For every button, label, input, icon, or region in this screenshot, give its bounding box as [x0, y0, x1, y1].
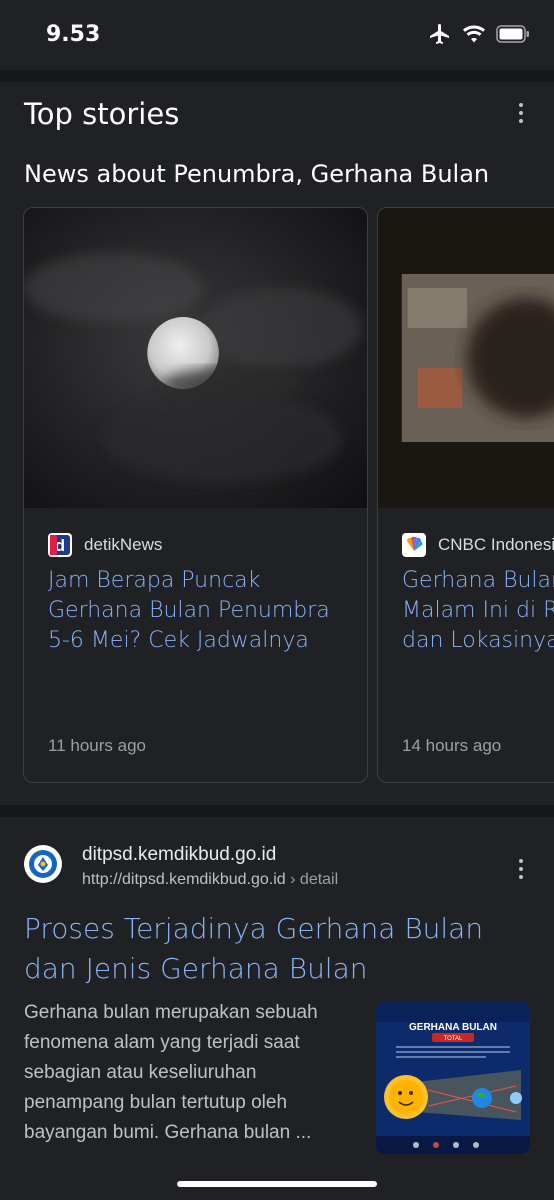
kemdikbud-logo-icon — [29, 850, 57, 878]
source-name: detikNews — [84, 535, 163, 554]
news-time: 11 hours ago — [48, 736, 146, 755]
result-more-options-icon[interactable] — [511, 857, 531, 881]
moon-image — [24, 208, 367, 508]
status-time: 9.53 — [46, 22, 101, 47]
battery-icon — [496, 25, 529, 43]
result-url: http://ditpsd.kemdikbud.go.id › detail — [82, 871, 339, 888]
thumbnail-heading: GERHANA BULAN — [409, 1022, 497, 1033]
result-site-name: ditpsd.kemdikbud.go.id — [82, 844, 277, 865]
section-divider — [0, 70, 554, 82]
news-headline[interactable]: Jam Berapa Puncak Gerhana Bulan Penumbra… — [48, 566, 348, 656]
news-card[interactable]: CNBC Indonesia Gerhana Bulan Malam Ini d… — [377, 207, 554, 783]
section-divider — [0, 805, 554, 817]
more-options-icon[interactable] — [511, 101, 531, 125]
news-source: d detikNews — [48, 533, 162, 557]
airplane-icon — [430, 24, 449, 44]
news-card[interactable]: d detikNews Jam Berapa Puncak Gerhana Bu… — [23, 207, 368, 783]
news-headline[interactable]: Gerhana Bulan Malam Ini di RI dan Lokasi… — [402, 566, 554, 656]
status-icons — [428, 22, 530, 46]
cnbc-logo-icon — [402, 533, 426, 557]
detiknews-logo-icon: d — [48, 533, 72, 557]
news-time: 14 hours ago — [402, 736, 502, 755]
source-name: CNBC Indonesia — [438, 535, 554, 554]
news-photo — [378, 208, 554, 508]
result-title-link[interactable]: Proses Terjadinya Gerhana Bulan dan Jeni… — [24, 909, 534, 989]
eclipse-infographic: GERHANA BULAN TOTAL — [376, 1002, 530, 1154]
site-favicon — [24, 845, 62, 883]
result-thumbnail[interactable]: GERHANA BULAN TOTAL — [376, 1002, 530, 1154]
result-snippet: Gerhana bulan merupakan sebuah fenomena … — [24, 1002, 318, 1143]
status-bar: 9.53 — [0, 0, 554, 70]
wifi-icon — [463, 25, 485, 43]
news-source: CNBC Indonesia — [402, 533, 554, 557]
result-url-path: › detail — [290, 871, 339, 888]
thumbnail-tag: TOTAL — [444, 1036, 463, 1042]
home-indicator[interactable] — [177, 1181, 377, 1187]
top-stories-subtitle: News about Penumbra, Gerhana Bulan — [24, 160, 490, 188]
top-stories-title: Top stories — [24, 97, 180, 131]
